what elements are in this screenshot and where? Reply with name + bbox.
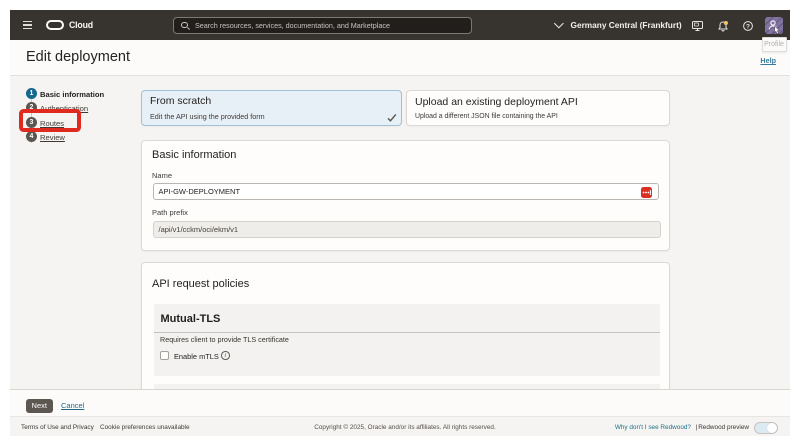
svg-text:?: ? — [746, 23, 750, 30]
